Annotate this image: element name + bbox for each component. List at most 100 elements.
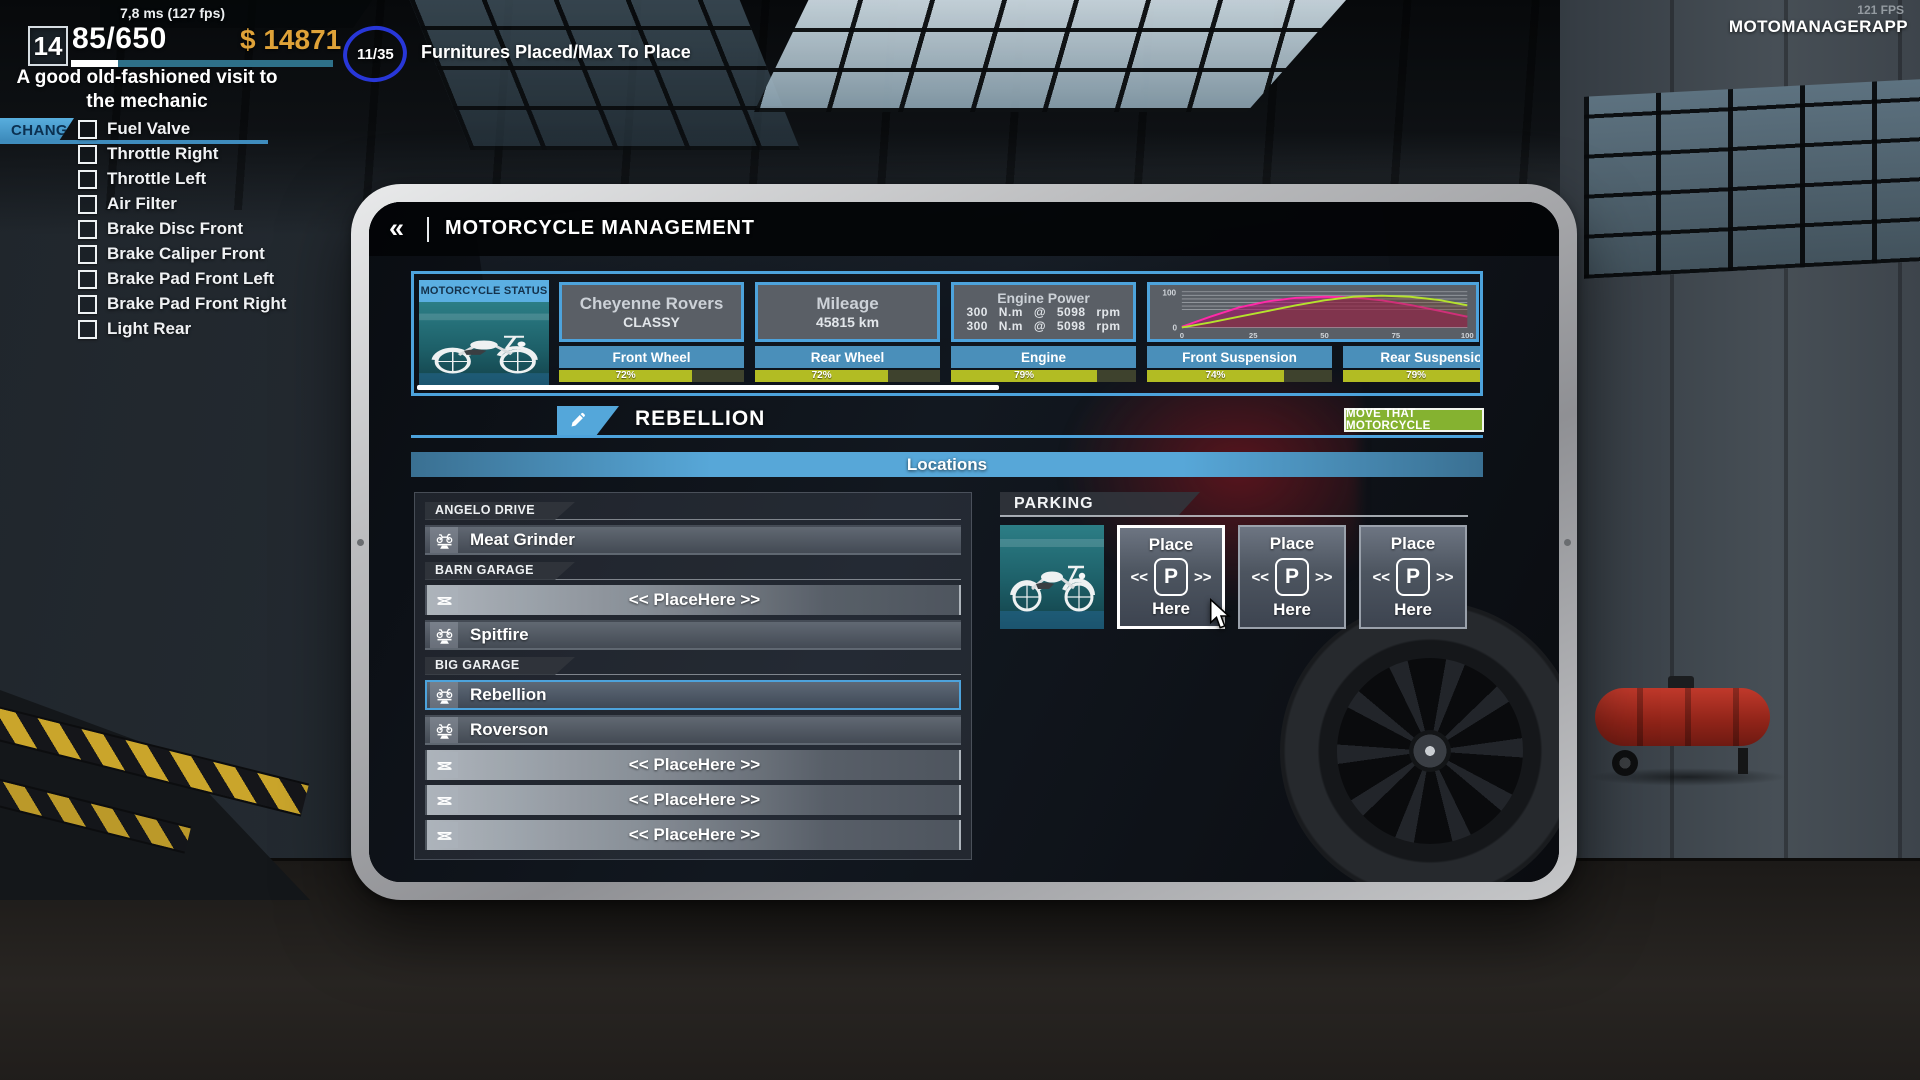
move-motorcycle-button[interactable]: MOVE THAT MOTORCYCLE bbox=[1344, 408, 1484, 432]
part-status: Front Suspension74% bbox=[1147, 346, 1332, 386]
part-label: Front Wheel bbox=[559, 346, 744, 368]
right-arrows-icon: >> bbox=[1315, 569, 1333, 586]
svg-text:100: 100 bbox=[1461, 331, 1474, 339]
checklist-item: Throttle Right bbox=[78, 146, 286, 162]
location-row[interactable]: Roverson bbox=[425, 715, 961, 745]
engine-power-chart: 10000255075100 bbox=[1150, 285, 1476, 339]
part-status: Rear Wheel72% bbox=[755, 346, 940, 386]
parked-motorcycle-thumbnail[interactable] bbox=[1000, 525, 1104, 629]
app-name: MOTOMANAGERAPP bbox=[1729, 17, 1908, 37]
status-card-title: Cheyenne Rovers bbox=[580, 294, 724, 314]
location-section-label: BARN GARAGE bbox=[425, 562, 575, 580]
part-label: Rear Suspension bbox=[1343, 346, 1480, 368]
checklist-item: Throttle Left bbox=[78, 171, 286, 187]
motorcycle-icon bbox=[430, 717, 458, 743]
motorcycle-icon bbox=[430, 682, 458, 708]
part-condition-fill: 74% bbox=[1147, 370, 1284, 382]
checkbox-icon[interactable] bbox=[78, 270, 97, 289]
checkbox-icon[interactable] bbox=[78, 320, 97, 339]
skylight-window bbox=[754, 0, 1346, 112]
checklist-item-label: Brake Caliper Front bbox=[107, 244, 265, 264]
furniture-count: 11/35 bbox=[357, 46, 394, 63]
location-row[interactable]: << PlaceHere >> bbox=[425, 750, 961, 780]
part-condition-percent: 72% bbox=[755, 370, 888, 382]
checklist-item: Brake Pad Front Left bbox=[78, 271, 286, 287]
parking-slot[interactable]: Place<<P>>Here bbox=[1359, 525, 1467, 629]
checklist-item: Brake Pad Front Right bbox=[78, 296, 286, 312]
checklist-item: Light Rear bbox=[78, 321, 286, 337]
checklist-item-label: Light Rear bbox=[107, 319, 191, 339]
status-card-title: Mileage bbox=[816, 294, 878, 314]
checklist-item-label: Throttle Right bbox=[107, 144, 218, 164]
skylight-window-left bbox=[410, 0, 801, 150]
location-row[interactable]: Spitfire bbox=[425, 620, 961, 650]
part-condition-fill: 79% bbox=[1343, 370, 1480, 382]
right-window-grid bbox=[1584, 79, 1920, 279]
location-row-label: Spitfire bbox=[470, 625, 529, 645]
parking-slot-here-label: Here bbox=[1394, 600, 1432, 620]
motorcycle-icon bbox=[430, 527, 458, 553]
left-arrows-icon: << bbox=[1251, 569, 1269, 586]
location-row-label: Meat Grinder bbox=[470, 530, 575, 550]
status-card: Engine Power300 N.m @ 5098 rpm300 N.m @ … bbox=[951, 282, 1136, 342]
part-condition-fill: 72% bbox=[755, 370, 888, 382]
part-condition-percent: 79% bbox=[951, 370, 1097, 382]
page-title: MOTORCYCLE MANAGEMENT bbox=[445, 217, 755, 240]
status-card: Mileage45815 km bbox=[755, 282, 940, 342]
checkbox-icon[interactable] bbox=[78, 170, 97, 189]
frametime-text: 7,8 ms (127 fps) bbox=[120, 5, 225, 21]
money-counter: $ 14871 bbox=[240, 24, 341, 56]
parking-underline bbox=[1000, 515, 1468, 517]
checklist-item-label: Brake Pad Front Right bbox=[107, 294, 286, 314]
parking-header: PARKING bbox=[1000, 492, 1200, 516]
parking-slot-place-label: Place bbox=[1391, 534, 1435, 554]
status-card-value: 300 N.m @ 5098 rpm bbox=[966, 320, 1120, 334]
svg-text:0: 0 bbox=[1172, 323, 1177, 332]
part-condition-bar: 72% bbox=[755, 370, 940, 382]
header-divider bbox=[427, 217, 429, 242]
parking-slot[interactable]: Place<<P>>Here bbox=[1238, 525, 1346, 629]
checkbox-icon[interactable] bbox=[78, 295, 97, 314]
checkbox-icon[interactable] bbox=[78, 120, 97, 139]
game-screen: 7,8 ms (127 fps) 14 85/650 $ 14871 11/35… bbox=[0, 0, 1920, 1080]
status-card-value: 45815 km bbox=[816, 314, 879, 330]
lift-icon bbox=[430, 752, 458, 778]
svg-text:0: 0 bbox=[1180, 331, 1184, 339]
svg-text:100: 100 bbox=[1162, 289, 1176, 298]
checkbox-icon[interactable] bbox=[78, 145, 97, 164]
status-card-value: 300 N.m @ 5098 rpm bbox=[966, 306, 1120, 320]
right-arrows-icon: >> bbox=[1436, 569, 1454, 586]
location-row[interactable]: << PlaceHere >> bbox=[425, 820, 961, 850]
motorcycle-icon bbox=[430, 622, 458, 648]
locations-list: ANGELO DRIVE Meat Grinder BARN GARAGE << Pl… bbox=[414, 492, 972, 860]
location-section-header: ANGELO DRIVE bbox=[425, 501, 961, 520]
checkbox-icon[interactable] bbox=[78, 245, 97, 264]
left-arrows-icon: << bbox=[1130, 569, 1148, 586]
status-card-title: Engine Power bbox=[997, 290, 1090, 306]
location-row[interactable]: << PlaceHere >> bbox=[425, 585, 961, 615]
right-arrows-icon: >> bbox=[1194, 569, 1212, 586]
svg-text:50: 50 bbox=[1320, 331, 1329, 339]
tablet-device: « MOTORCYCLE MANAGEMENT MOTORCYCLE STATU… bbox=[351, 184, 1577, 900]
part-condition-bar: 72% bbox=[559, 370, 744, 382]
checkbox-icon[interactable] bbox=[78, 220, 97, 239]
parking-slot-place-label: Place bbox=[1149, 535, 1193, 555]
pencil-icon bbox=[569, 412, 586, 429]
checklist-item: Fuel Valve bbox=[78, 121, 286, 137]
location-section-label: BIG GARAGE bbox=[425, 657, 575, 675]
motorcycle-status-label: MOTORCYCLE STATUS bbox=[419, 280, 549, 302]
checklist: Fuel ValveThrottle RightThrottle LeftAir… bbox=[78, 121, 286, 337]
svg-text:25: 25 bbox=[1249, 331, 1258, 339]
checklist-item: Brake Disc Front bbox=[78, 221, 286, 237]
checklist-item-label: Fuel Valve bbox=[107, 119, 190, 139]
location-row[interactable]: Meat Grinder bbox=[425, 525, 961, 555]
location-row-label: << PlaceHere >> bbox=[470, 590, 919, 610]
horizontal-scrollbar[interactable] bbox=[417, 385, 999, 390]
back-button[interactable]: « bbox=[389, 213, 404, 243]
part-status: Engine79% bbox=[951, 346, 1136, 386]
location-row[interactable]: Rebellion bbox=[425, 680, 961, 710]
location-row[interactable]: << PlaceHere >> bbox=[425, 785, 961, 815]
bike-name: REBELLION bbox=[635, 407, 765, 431]
parking-p-icon: P bbox=[1396, 558, 1430, 596]
checkbox-icon[interactable] bbox=[78, 195, 97, 214]
